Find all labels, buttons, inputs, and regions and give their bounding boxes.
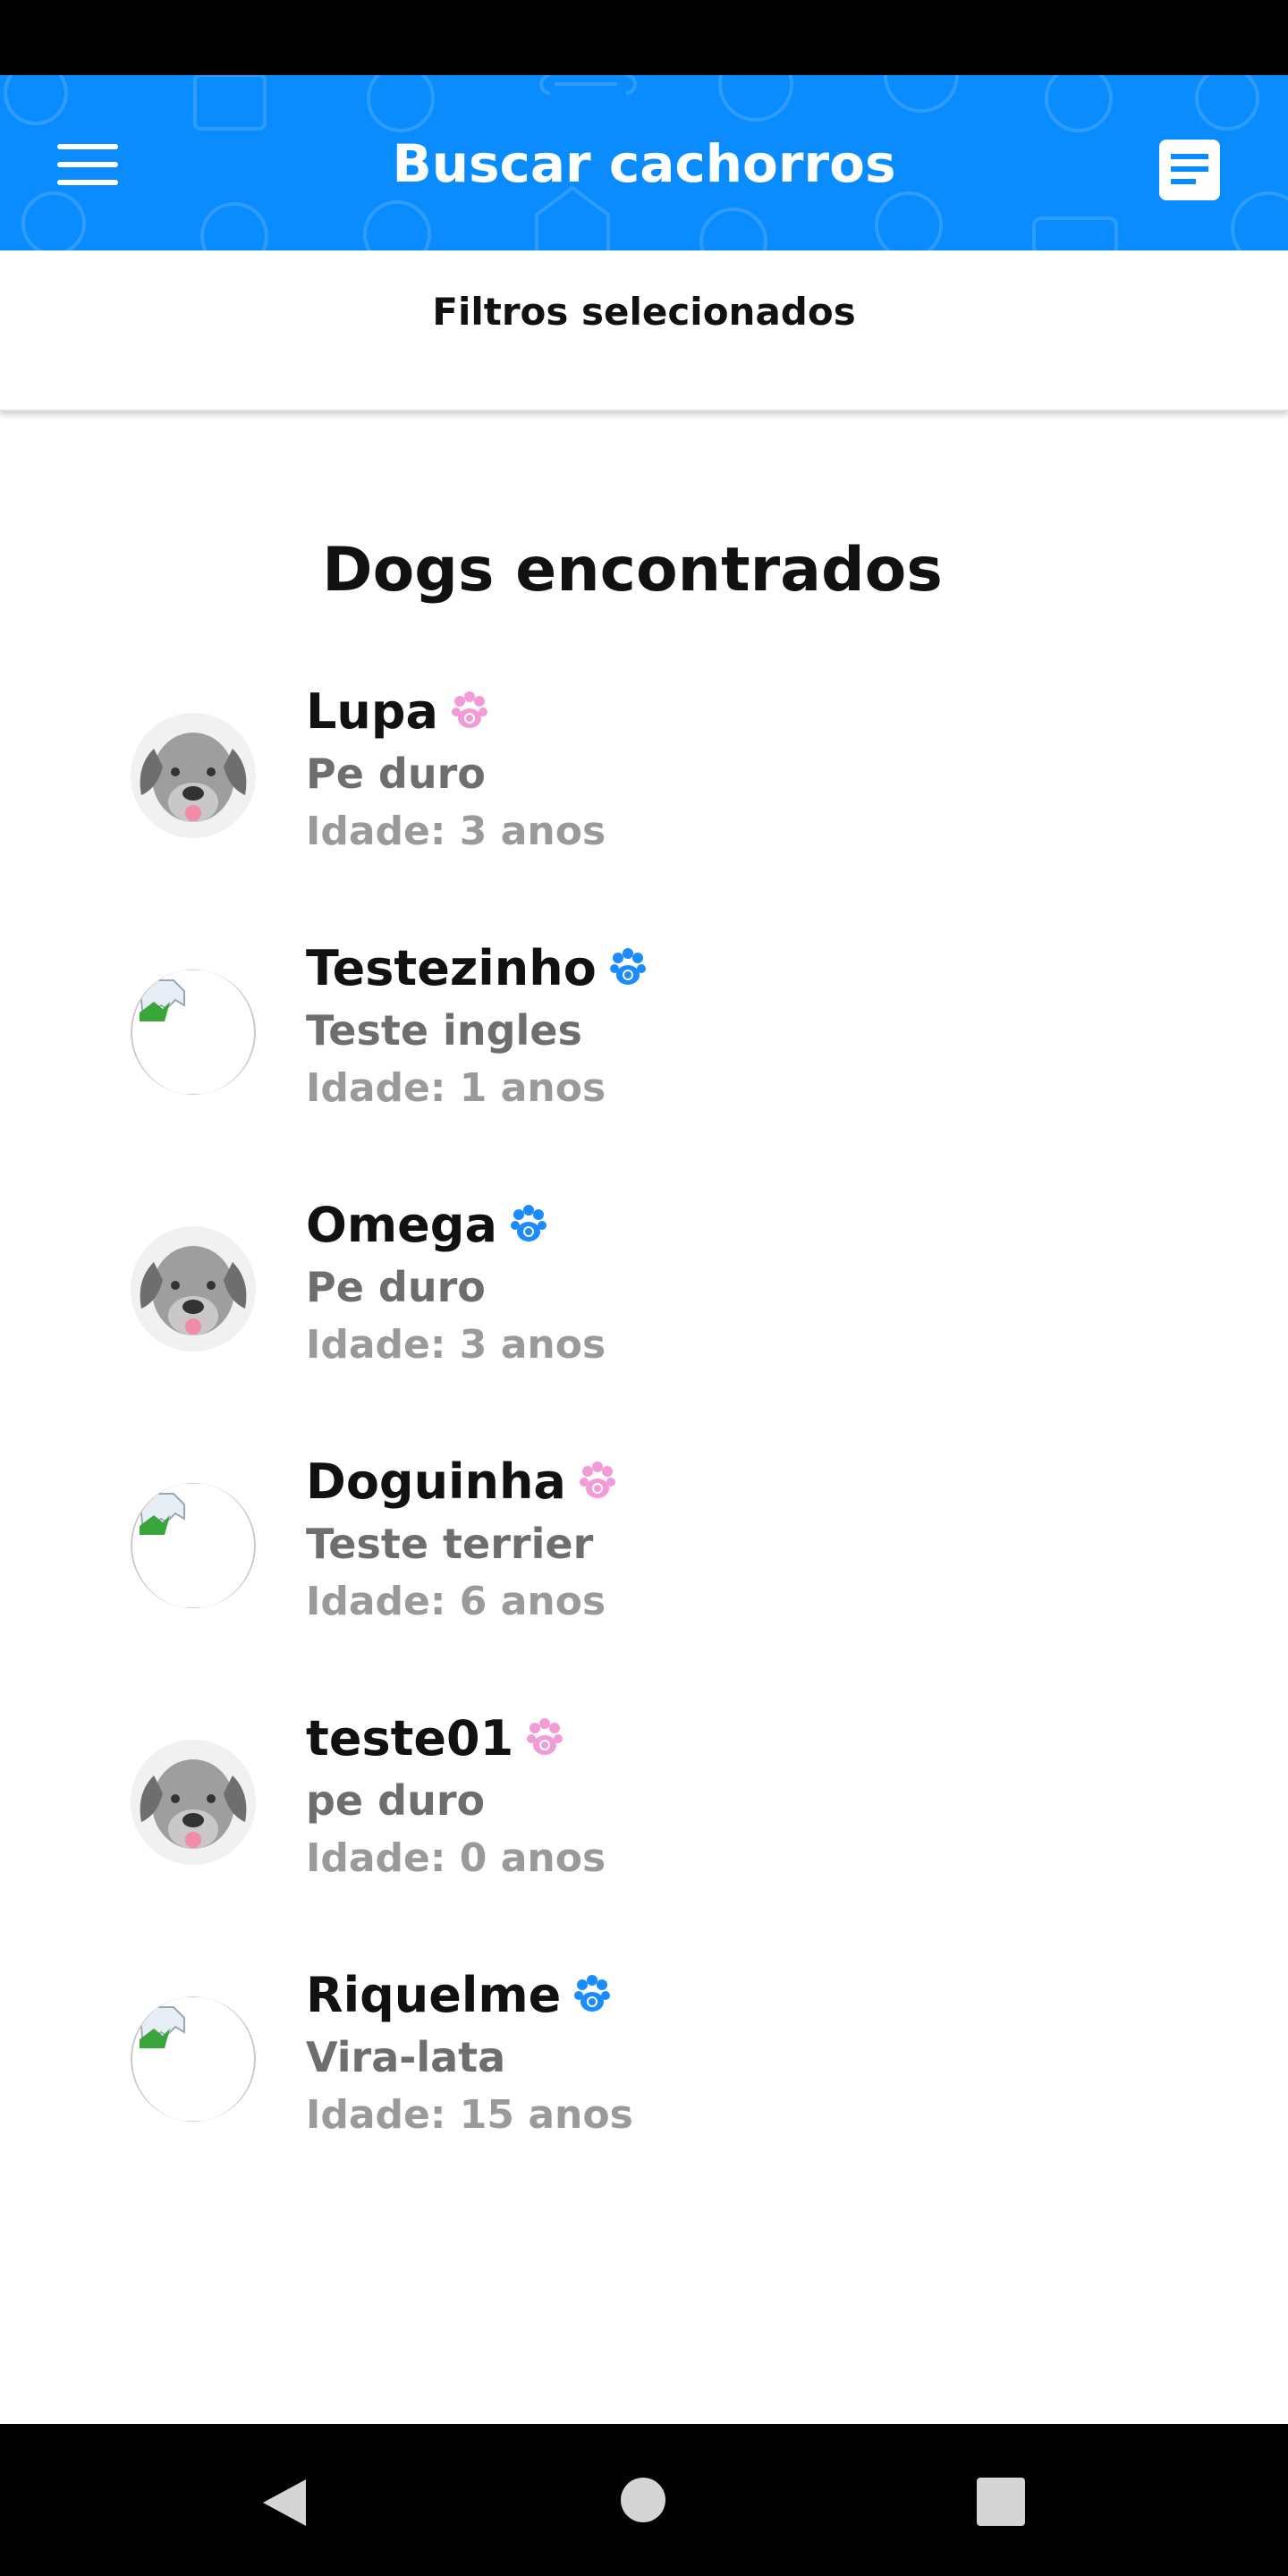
broken-image-icon bbox=[138, 2006, 185, 2048]
dog-breed: Pe duro bbox=[306, 1263, 486, 1311]
dog-name: Omega bbox=[306, 1196, 497, 1253]
dog-avatar bbox=[131, 1996, 256, 2122]
app-bar: Buscar cachorros bbox=[0, 75, 1288, 250]
home-circle-icon[interactable] bbox=[621, 2478, 665, 2522]
dog-name: Doguinha bbox=[306, 1453, 566, 1510]
dog-breed: pe duro bbox=[306, 1776, 486, 1825]
dog-name: Riquelme bbox=[306, 1966, 562, 2023]
dog-face-icon bbox=[131, 1740, 256, 1865]
paw-icon bbox=[451, 691, 487, 728]
broken-image-icon bbox=[138, 979, 185, 1021]
paw-icon bbox=[527, 1718, 564, 1755]
selected-filters-label: Filtros selecionados bbox=[432, 290, 856, 334]
results-title: Dogs encontrados bbox=[322, 535, 943, 606]
document-icon bbox=[1159, 140, 1220, 200]
paw-icon bbox=[574, 1975, 611, 2012]
paw-icon bbox=[609, 948, 646, 985]
system-nav-bar bbox=[0, 2424, 1288, 2576]
dog-name: Testezinho bbox=[306, 939, 597, 996]
dog-list-item[interactable]: Riquelme Vira-lata Idade: 15 anos bbox=[0, 1945, 1288, 2202]
dog-breed: Pe duro bbox=[306, 750, 486, 798]
status-bar bbox=[0, 0, 1288, 75]
dog-breed: Vira-lata bbox=[306, 2033, 506, 2081]
dog-name-row: Riquelme bbox=[306, 1963, 613, 2026]
dog-age: Idade: 6 anos bbox=[306, 1579, 606, 1624]
dog-name-row: Doguinha bbox=[306, 1450, 618, 1513]
menu-button[interactable] bbox=[45, 129, 131, 200]
dog-avatar bbox=[131, 1226, 256, 1352]
dog-avatar bbox=[131, 1483, 256, 1608]
dog-list-item[interactable]: Omega Pe duro Idade: 3 anos bbox=[0, 1175, 1288, 1432]
dog-name: Lupa bbox=[306, 682, 438, 740]
dog-age: Idade: 15 anos bbox=[306, 2092, 633, 2138]
paw-icon bbox=[579, 1462, 615, 1498]
dog-age: Idade: 0 anos bbox=[306, 1835, 606, 1881]
dog-age: Idade: 1 anos bbox=[306, 1065, 606, 1111]
dog-name-row: Omega bbox=[306, 1193, 549, 1256]
back-triangle-icon[interactable] bbox=[259, 2476, 309, 2529]
broken-image-icon bbox=[138, 1493, 185, 1535]
dog-name-row: Testezinho bbox=[306, 936, 648, 999]
dog-name-row: Lupa bbox=[306, 680, 490, 742]
document-button[interactable] bbox=[1147, 127, 1233, 213]
dog-face-icon bbox=[131, 713, 256, 838]
hamburger-menu-icon bbox=[57, 144, 118, 185]
dog-avatar bbox=[131, 1740, 256, 1865]
page-title: Buscar cachorros bbox=[392, 133, 896, 194]
dog-avatar bbox=[131, 970, 256, 1095]
dog-list-item[interactable]: teste01 pe duro Idade: 0 anos bbox=[0, 1689, 1288, 1945]
dog-list-item[interactable]: Testezinho Teste ingles Idade: 1 anos bbox=[0, 919, 1288, 1175]
dog-age: Idade: 3 anos bbox=[306, 809, 606, 854]
dog-face-icon bbox=[131, 1226, 256, 1352]
dog-breed: Teste terrier bbox=[306, 1520, 594, 1568]
dog-list-item[interactable]: Doguinha Teste terrier Idade: 6 anos bbox=[0, 1432, 1288, 1689]
dog-list-item[interactable]: Lupa Pe duro Idade: 3 anos bbox=[0, 662, 1288, 919]
dog-name: teste01 bbox=[306, 1709, 514, 1767]
dog-name-row: teste01 bbox=[306, 1707, 565, 1769]
recents-square-icon[interactable] bbox=[977, 2478, 1025, 2526]
dog-avatar bbox=[131, 713, 256, 838]
dog-breed: Teste ingles bbox=[306, 1006, 582, 1055]
dog-age: Idade: 3 anos bbox=[306, 1322, 606, 1368]
selected-filters-bar[interactable]: Filtros selecionados bbox=[0, 250, 1288, 411]
paw-icon bbox=[510, 1205, 547, 1241]
